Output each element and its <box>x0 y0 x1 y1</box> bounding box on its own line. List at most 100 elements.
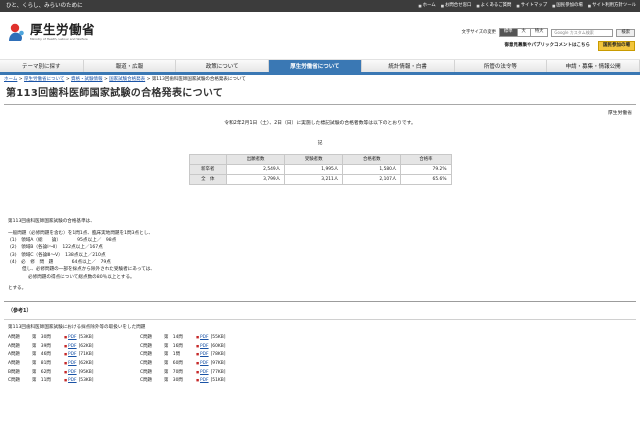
pdf-link[interactable]: PDF <box>196 370 209 376</box>
utility-link-faq[interactable]: よくあるご質問 <box>476 3 512 9</box>
breadcrumb-home[interactable]: ホーム <box>4 77 17 82</box>
ministry-name: 厚生労働省 <box>30 21 96 37</box>
pdf-link[interactable]: PDF <box>64 378 77 384</box>
nav-item-policy[interactable]: 政策について <box>176 60 270 72</box>
pdf-link[interactable]: PDF <box>196 352 209 358</box>
question-block: C問題 <box>140 369 152 375</box>
question-block: A問題 <box>8 360 20 366</box>
font-size-standard-button[interactable]: 標準 <box>499 29 517 36</box>
applicants-cell: 3,799人 <box>226 174 286 186</box>
table-header-cell: 受験者数 <box>284 154 344 166</box>
question-block: A問題 <box>8 335 20 341</box>
question-block: B問題 <box>8 369 20 375</box>
breadcrumb-about[interactable]: 厚生労働省について <box>24 77 64 82</box>
passed-cell: 2,107人 <box>342 174 402 186</box>
pdf-link[interactable]: PDF <box>196 361 209 367</box>
pdf-link[interactable]: PDF <box>64 370 77 376</box>
question-block: C問題 <box>140 343 152 349</box>
row-label: 新卒者 <box>188 164 228 176</box>
font-size-xlarge-button[interactable]: 特大 <box>529 29 548 36</box>
pdf-link[interactable]: PDF <box>196 344 209 350</box>
question-block: C問題 <box>140 352 152 358</box>
criteria-note: 但し、必修問題の一部を採点から除外された受験者にあっては、 <box>22 267 155 273</box>
question-block: C問題 <box>140 378 152 384</box>
search-input[interactable]: Google カスタム検索 <box>551 28 614 37</box>
pdf-link[interactable]: PDF <box>196 335 209 341</box>
nav-item-theme[interactable]: テーマ別に探す <box>0 60 84 72</box>
question-number: 第 39問 <box>32 343 51 349</box>
nav-item-applications[interactable]: 申請・募集・情報公開 <box>547 60 640 72</box>
question-number: 第 30問 <box>164 378 183 384</box>
utility-link-policy[interactable]: サイト利用方針ツール <box>588 3 636 9</box>
question-number: 第 14問 <box>164 335 183 341</box>
breadcrumb: ホーム > 厚生労働省について > 資格・試験情報 > 国家試験合格発表 > 第… <box>4 77 246 82</box>
question-item: C問題 第 1問 PDF[78KB] <box>140 352 225 358</box>
issuer: 厚生労働省 <box>608 110 632 116</box>
pdf-link[interactable]: PDF <box>64 352 77 358</box>
header-tools: 文字サイズの変更 標準 大 特大 Google カスタム検索 検索 <box>462 28 635 37</box>
file-size: [71KB] <box>78 352 94 358</box>
breadcrumb-results[interactable]: 国家試験合格発表 <box>109 77 145 82</box>
table-row: 全 体 3,799人 3,211人 2,107人 65.6% <box>188 174 452 186</box>
search-button[interactable]: 検索 <box>616 28 635 37</box>
pdf-link[interactable]: PDF <box>64 335 77 341</box>
file-size: [97KB] <box>210 360 226 366</box>
examinees-cell: 3,211人 <box>284 174 344 186</box>
question-item: A問題 第 46問 PDF[71KB] <box>8 352 93 358</box>
nav-item-press[interactable]: 報道・広報 <box>83 60 177 72</box>
file-size: [95KB] <box>78 369 94 375</box>
row-label: 全 体 <box>188 174 228 186</box>
rate-cell: 79.2% <box>400 164 452 176</box>
participation-button[interactable]: 国民参加の場 <box>598 41 635 51</box>
utility-link-participation[interactable]: 国民参加の場 <box>552 3 582 9</box>
criteria-lead: 第113回歯科医師国家試験の合格基準は、 <box>8 219 95 225</box>
examinees-cell: 1,995人 <box>284 164 344 176</box>
file-size: [62KB] <box>78 343 94 349</box>
question-item: C問題 第 30問 PDF[51KB] <box>140 378 225 384</box>
question-item: C問題 第 60問 PDF[97KB] <box>140 361 225 367</box>
question-number: 第 60問 <box>164 360 183 366</box>
divider <box>4 301 636 303</box>
intro-text: 令和2年2月1日（土）、2日（日）に実施した標記試験の合格者数等は以下のとおりで… <box>224 121 416 127</box>
question-number: 第 16問 <box>164 343 183 349</box>
question-item: A問題 第 81問 PDF[62KB] <box>8 361 93 367</box>
breadcrumb-exams[interactable]: 資格・試験情報 <box>71 77 103 82</box>
site-logo[interactable]: 厚生労働省 Ministry of Health, Labour and Wel… <box>6 20 95 44</box>
question-number: 第 11問 <box>32 378 51 384</box>
utility-link-sitemap[interactable]: サイトマップ <box>516 3 547 9</box>
pdf-link[interactable]: PDF <box>64 361 77 367</box>
criteria-scoring: 一般問題（必修問題を含む）を1問1点、臨床実地問題を1問3点とし、 <box>8 230 153 236</box>
table-header-row: 出願者数 受験者数 合格者数 合格率 <box>188 154 452 166</box>
nav-item-statistics[interactable]: 統計情報・白書 <box>361 60 455 72</box>
nav-item-about[interactable]: 厚生労働省について <box>269 60 362 72</box>
question-item: C問題 第 11問 PDF[53KB] <box>8 378 93 384</box>
question-block: C問題 <box>140 335 152 341</box>
reference-intro: 第113回歯科医師国家試験における採点除外等の取扱いをした問題 <box>8 325 146 331</box>
utility-links: ホーム お問合せ窓口 よくあるご質問 サイトマップ 国民参加の場 サイト利用方針… <box>418 3 636 9</box>
pdf-link[interactable]: PDF <box>196 378 209 384</box>
pdf-link[interactable]: PDF <box>64 344 77 350</box>
utility-link-contact[interactable]: お問合せ窓口 <box>441 3 471 9</box>
utility-link-home[interactable]: ホーム <box>418 3 436 9</box>
results-table: 出願者数 受験者数 合格者数 合格率 新卒者 2,549人 1,995人 1,5… <box>188 154 452 186</box>
question-item: C問題 第 16問 PDF[60KB] <box>140 344 225 350</box>
file-size: [62KB] <box>78 360 94 366</box>
public-comment-row: 御意見募集やパブリックコメントはこちら 国民参加の場 <box>505 41 635 51</box>
public-comment-link[interactable]: 御意見募集やパブリックコメントはこちら <box>505 43 591 49</box>
font-size-label: 文字サイズの変更 <box>461 29 496 35</box>
table-header-cell <box>188 154 228 166</box>
nav-item-laws[interactable]: 所管の法令等 <box>454 60 548 72</box>
global-nav: テーマ別に探す 報道・広報 政策について 厚生労働省について 統計情報・白書 所… <box>0 60 640 75</box>
question-block: A問題 <box>8 352 20 358</box>
utility-bar: ひと、くらし、みらいのために ホーム お問合せ窓口 よくあるご質問 サイトマップ… <box>0 0 640 12</box>
file-size: [53KB] <box>78 335 94 341</box>
divider <box>4 319 636 321</box>
question-number: 第 30問 <box>32 335 51 341</box>
font-size-large-button[interactable]: 大 <box>516 29 530 36</box>
applicants-cell: 2,549人 <box>226 164 286 176</box>
question-number: 第 81問 <box>32 360 51 366</box>
question-block: C問題 <box>140 360 152 366</box>
file-size: [77KB] <box>210 369 226 375</box>
table-header-cell: 合格者数 <box>342 154 402 166</box>
question-item: C問題 第 14問 PDF[55KB] <box>140 335 225 341</box>
